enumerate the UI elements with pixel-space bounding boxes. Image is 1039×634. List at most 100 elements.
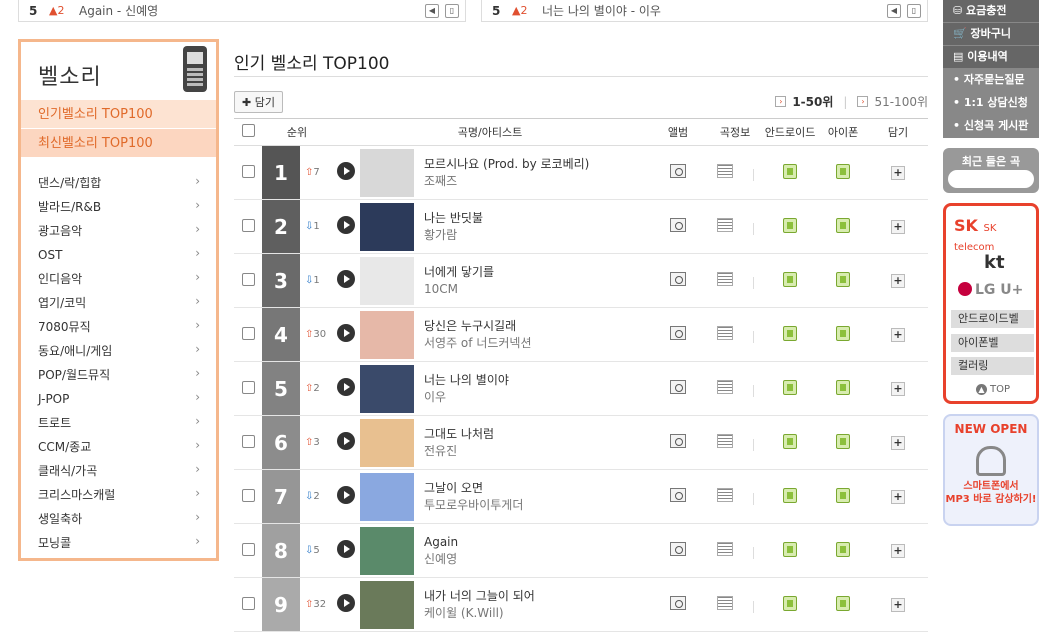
artist-name[interactable]: 신예영 xyxy=(424,551,648,568)
artist-name[interactable]: 10CM xyxy=(424,281,648,298)
iphone-download-icon[interactable] xyxy=(836,325,851,341)
genre-item[interactable]: CCM/종교 xyxy=(21,434,216,460)
play-icon[interactable] xyxy=(337,486,355,504)
android-download-icon[interactable] xyxy=(783,163,798,179)
song-title[interactable]: 당신은 누구시길래 xyxy=(424,318,648,335)
coloring-button[interactable]: 컬러링 xyxy=(951,357,1034,375)
song-info-icon[interactable] xyxy=(716,596,733,610)
android-download-icon[interactable] xyxy=(783,217,798,233)
play-icon[interactable] xyxy=(337,216,355,234)
mini-title[interactable]: Again - 신예영 xyxy=(79,2,425,19)
album-icon[interactable] xyxy=(670,542,687,556)
genre-item[interactable]: POP/월드뮤직 xyxy=(21,362,216,388)
kt-logo[interactable]: kt xyxy=(984,252,1005,273)
song-info-icon[interactable] xyxy=(716,488,733,502)
speaker-icon[interactable]: ◀ xyxy=(887,3,901,18)
album-icon[interactable] xyxy=(670,326,687,340)
play-icon[interactable] xyxy=(337,162,355,180)
add-icon[interactable]: + xyxy=(891,598,906,612)
genre-item[interactable]: 댄스/락/힙합 xyxy=(21,170,216,196)
genre-item[interactable]: 엽기/코믹 xyxy=(21,290,216,316)
album-icon[interactable] xyxy=(670,272,687,286)
genre-item[interactable]: 클래식/가곡 xyxy=(21,458,216,484)
artist-name[interactable]: 전유진 xyxy=(424,443,648,460)
android-download-icon[interactable] xyxy=(783,379,798,395)
song-info-icon[interactable] xyxy=(716,218,733,232)
sk-telecom-logo[interactable]: SK SK telecom xyxy=(954,216,1036,254)
add-icon[interactable]: + xyxy=(891,382,906,396)
iphone-download-icon[interactable] xyxy=(836,217,851,233)
consult-link[interactable]: • 1:1 상담신청 xyxy=(943,92,1039,115)
row-checkbox[interactable] xyxy=(234,361,262,416)
android-download-icon[interactable] xyxy=(783,433,798,449)
iphone-download-icon[interactable] xyxy=(836,163,851,179)
album-thumbnail[interactable] xyxy=(360,526,414,575)
play-icon[interactable] xyxy=(337,324,355,342)
iphone-bell-button[interactable]: 아이폰벨 xyxy=(951,334,1034,352)
android-bell-button[interactable]: 안드로이드벨 xyxy=(951,310,1034,328)
row-checkbox[interactable] xyxy=(234,523,262,578)
iphone-download-icon[interactable] xyxy=(836,379,851,395)
genre-item[interactable]: 트로트 xyxy=(21,410,216,436)
artist-name[interactable]: 황가람 xyxy=(424,227,648,244)
song-info-icon[interactable] xyxy=(716,326,733,340)
row-checkbox[interactable] xyxy=(234,307,262,362)
row-checkbox[interactable] xyxy=(234,415,262,470)
android-download-icon[interactable] xyxy=(783,541,798,557)
album-thumbnail[interactable] xyxy=(360,472,414,521)
request-board-link[interactable]: • 신청곡 게시판 xyxy=(943,115,1039,138)
album-icon[interactable] xyxy=(670,380,687,394)
iphone-download-icon[interactable] xyxy=(836,487,851,503)
iphone-download-icon[interactable] xyxy=(836,271,851,287)
artist-name[interactable]: 조째즈 xyxy=(424,173,648,190)
genre-item[interactable]: 7080뮤직 xyxy=(21,314,216,340)
album-thumbnail[interactable] xyxy=(360,418,414,467)
album-icon[interactable] xyxy=(670,488,687,502)
row-checkbox[interactable] xyxy=(234,145,262,200)
song-title[interactable]: 너는 나의 별이야 xyxy=(424,372,648,389)
android-download-icon[interactable] xyxy=(783,487,798,503)
song-title[interactable]: 모르시나요 (Prod. by 로코베리) xyxy=(424,156,648,173)
row-checkbox[interactable] xyxy=(234,469,262,524)
play-icon[interactable] xyxy=(337,378,355,396)
album-thumbnail[interactable] xyxy=(360,364,414,413)
song-title[interactable]: 너에게 닿기를 xyxy=(424,264,648,281)
add-icon[interactable]: + xyxy=(891,220,906,234)
cart-button[interactable]: 🛒 장바구니 xyxy=(943,23,1039,46)
album-thumbnail[interactable] xyxy=(360,202,414,251)
song-title[interactable]: 그대도 나처럼 xyxy=(424,426,648,443)
genre-item[interactable]: J-POP xyxy=(21,386,216,412)
genre-item[interactable]: 생일축하 xyxy=(21,506,216,532)
phone-icon[interactable]: ▯ xyxy=(445,3,459,18)
lg-uplus-logo[interactable]: LG U+ xyxy=(958,282,1023,298)
to-top-button[interactable]: ▲ TOP xyxy=(976,384,1010,395)
genre-item[interactable]: 동요/애니/게임 xyxy=(21,338,216,364)
album-icon[interactable] xyxy=(670,434,687,448)
genre-item[interactable]: 광고음악 xyxy=(21,218,216,244)
album-icon[interactable] xyxy=(670,596,687,610)
album-icon[interactable] xyxy=(670,164,687,178)
faq-link[interactable]: • 자주묻는질문 xyxy=(943,69,1039,92)
iphone-download-icon[interactable] xyxy=(836,595,851,611)
charge-button[interactable]: ⛁ 요금충전 xyxy=(943,0,1039,23)
play-icon[interactable] xyxy=(337,270,355,288)
play-icon[interactable] xyxy=(337,432,355,450)
genre-item[interactable]: 발라드/R&B xyxy=(21,194,216,220)
row-checkbox[interactable] xyxy=(234,199,262,254)
song-title[interactable]: 나는 반딧불 xyxy=(424,210,648,227)
android-download-icon[interactable] xyxy=(783,325,798,341)
song-info-icon[interactable] xyxy=(716,272,733,286)
album-thumbnail[interactable] xyxy=(360,256,414,305)
android-download-icon[interactable] xyxy=(783,271,798,287)
song-title[interactable]: 그날이 오면 xyxy=(424,480,648,497)
song-info-icon[interactable] xyxy=(716,542,733,556)
android-download-icon[interactable] xyxy=(783,595,798,611)
album-thumbnail[interactable] xyxy=(360,580,414,629)
page-current[interactable]: 1-50위 xyxy=(792,93,833,110)
history-button[interactable]: ▤ 이용내역 xyxy=(943,46,1039,69)
speaker-icon[interactable]: ◀ xyxy=(425,3,439,18)
promo-banner[interactable]: NEW OPEN 스마트폰에서 MP3 바로 감상하기! xyxy=(943,414,1039,526)
row-checkbox[interactable] xyxy=(234,577,262,632)
iphone-download-icon[interactable] xyxy=(836,433,851,449)
recent-list-field[interactable] xyxy=(948,170,1034,188)
